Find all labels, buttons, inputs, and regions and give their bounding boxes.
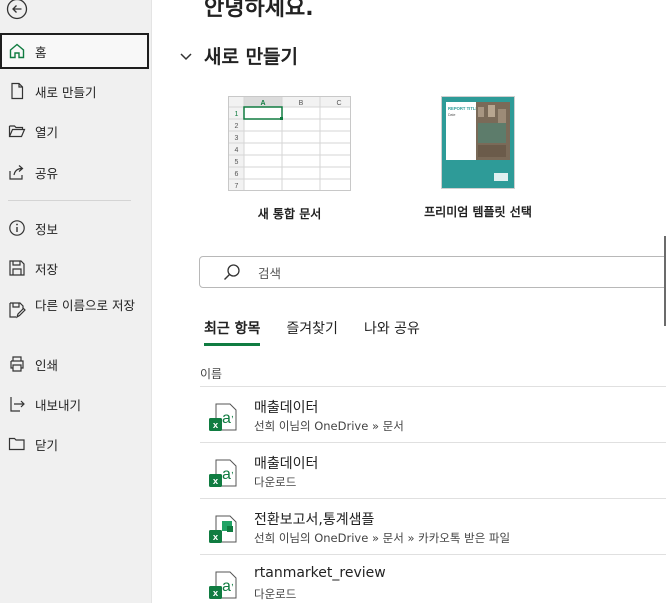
sidebar-item-label: 닫기 — [35, 437, 59, 453]
greeting-heading: 안녕하세요. — [204, 0, 314, 21]
svg-text:x: x — [213, 420, 219, 431]
close-folder-icon — [7, 434, 27, 454]
column-label-c: C — [336, 100, 341, 107]
sidebar-item-label: 홈 — [35, 44, 47, 60]
sidebar-item-label: 새로 만들기 — [35, 84, 97, 100]
file-row[interactable]: a , x 매출데이터 다운로드 — [200, 443, 666, 499]
backstage-sidebar: 홈 새로 만들기 열기 공유 정보 저장 다른 이름으로 저장 인쇄 내보내기 … — [0, 0, 152, 603]
file-location: 다운로드 — [254, 587, 297, 601]
home-icon — [7, 41, 27, 61]
sidebar-item-share[interactable]: 공유 — [0, 154, 149, 190]
row-label: 3 — [235, 135, 239, 142]
file-location: 선희 이님의 OneDrive » 문서 » 카카오톡 받은 파일 — [254, 531, 511, 545]
excel-template-file-icon: x — [209, 515, 237, 543]
row-label: 5 — [235, 159, 239, 166]
sidebar-item-label: 정보 — [35, 221, 59, 237]
sidebar-item-open[interactable]: 열기 — [0, 113, 149, 149]
row-label: 2 — [235, 123, 239, 130]
file-name: 매출데이터 — [254, 400, 319, 416]
brochure-preview: REPORT TITLE Date — [442, 97, 514, 188]
row-label: 7 — [235, 183, 239, 190]
sidebar-item-save-as[interactable]: 다른 이름으로 저장 — [0, 298, 149, 338]
sidebar-item-export[interactable]: 내보내기 — [0, 386, 149, 422]
back-button[interactable] — [6, 0, 28, 20]
spreadsheet-preview: A B C 1 2 3 4 5 6 7 — [229, 97, 350, 190]
search-box[interactable]: 검색 — [199, 256, 666, 288]
export-icon — [7, 394, 27, 414]
sidebar-item-label: 저장 — [35, 261, 59, 277]
open-folder-icon — [7, 121, 27, 141]
back-arrow-icon — [6, 0, 28, 20]
chevron-down-icon — [180, 52, 192, 60]
svg-text:,: , — [231, 465, 234, 476]
sidebar-item-new[interactable]: 새로 만들기 — [0, 73, 149, 109]
premium-templates-option[interactable]: REPORT TITLE Date 프리미엄 템플릿 선택 — [416, 96, 540, 220]
sidebar-item-close[interactable]: 닫기 — [0, 426, 149, 462]
row-label: 1 — [235, 111, 239, 118]
sidebar-item-label: 내보내기 — [35, 397, 82, 413]
sidebar-item-save[interactable]: 저장 — [0, 250, 149, 286]
column-header-name[interactable]: 이름 — [200, 365, 222, 382]
svg-text:,: , — [231, 409, 234, 420]
svg-text:x: x — [213, 532, 219, 543]
column-label-a: A — [260, 100, 265, 107]
excel-file-icon: a , x — [209, 571, 237, 599]
file-list-tabs: 최근 항목 즐겨찾기 나와 공유 — [204, 318, 446, 346]
save-icon — [7, 258, 27, 278]
file-row[interactable]: x 전환보고서,통계샘플 선희 이님의 OneDrive » 문서 » 카카오톡… — [200, 499, 666, 555]
column-label-b: B — [299, 100, 304, 107]
svg-text:a: a — [222, 578, 231, 595]
file-location: 선희 이님의 OneDrive » 문서 — [254, 419, 404, 433]
print-icon — [7, 354, 27, 374]
premium-template-thumbnail: REPORT TITLE Date — [441, 96, 515, 189]
file-name: rtanmarket_review — [254, 565, 386, 581]
sidebar-item-label: 인쇄 — [35, 357, 59, 373]
svg-text:x: x — [213, 476, 219, 487]
file-name: 전환보고서,통계샘플 — [254, 512, 375, 528]
tab-favorites[interactable]: 즐겨찾기 — [286, 318, 338, 346]
sidebar-item-label: 공유 — [35, 165, 59, 181]
blank-workbook-template[interactable]: A B C 1 2 3 4 5 6 7 새 통합 문서 — [228, 96, 351, 222]
sidebar-item-label: 다른 이름으로 저장 — [35, 298, 135, 313]
template-label: 새 통합 문서 — [257, 207, 322, 221]
file-name: 매출데이터 — [254, 456, 319, 472]
sidebar-item-info[interactable]: 정보 — [0, 210, 149, 246]
brochure-heading: REPORT TITLE — [448, 106, 478, 111]
brochure-subheading: Date — [448, 113, 455, 117]
svg-text:a: a — [222, 410, 231, 427]
sidebar-item-print[interactable]: 인쇄 — [0, 346, 149, 382]
file-location: 다운로드 — [254, 475, 297, 489]
row-label: 6 — [235, 171, 239, 178]
svg-text:,: , — [231, 577, 234, 588]
tab-shared-with-me[interactable]: 나와 공유 — [364, 318, 420, 346]
svg-text:a: a — [222, 466, 231, 483]
tab-recent[interactable]: 최근 항목 — [204, 318, 261, 346]
blank-workbook-thumbnail: A B C 1 2 3 4 5 6 7 — [228, 96, 351, 191]
section-title: 새로 만들기 — [204, 46, 299, 68]
sidebar-item-home[interactable]: 홈 — [0, 33, 149, 69]
template-label: 프리미엄 템플릿 선택 — [424, 205, 532, 219]
share-icon — [7, 162, 27, 182]
backstage-main: 안녕하세요. 새로 만들기 A B C 1 2 3 4 5 6 7 새 통합 문… — [152, 0, 666, 603]
new-section-toggle[interactable]: 새로 만들기 — [178, 42, 298, 69]
row-label: 4 — [235, 147, 239, 154]
file-row[interactable]: a , x 매출데이터 선희 이님의 OneDrive » 문서 — [200, 387, 666, 443]
excel-file-icon: a , x — [209, 459, 237, 487]
sidebar-divider — [8, 200, 131, 201]
save-as-icon — [7, 300, 27, 320]
new-document-icon — [7, 81, 27, 101]
search-icon — [224, 264, 240, 280]
excel-file-icon: a , x — [209, 403, 237, 431]
svg-text:x: x — [213, 588, 219, 599]
search-placeholder: 검색 — [258, 265, 282, 281]
sidebar-item-label: 열기 — [35, 124, 59, 140]
info-icon — [7, 218, 27, 238]
